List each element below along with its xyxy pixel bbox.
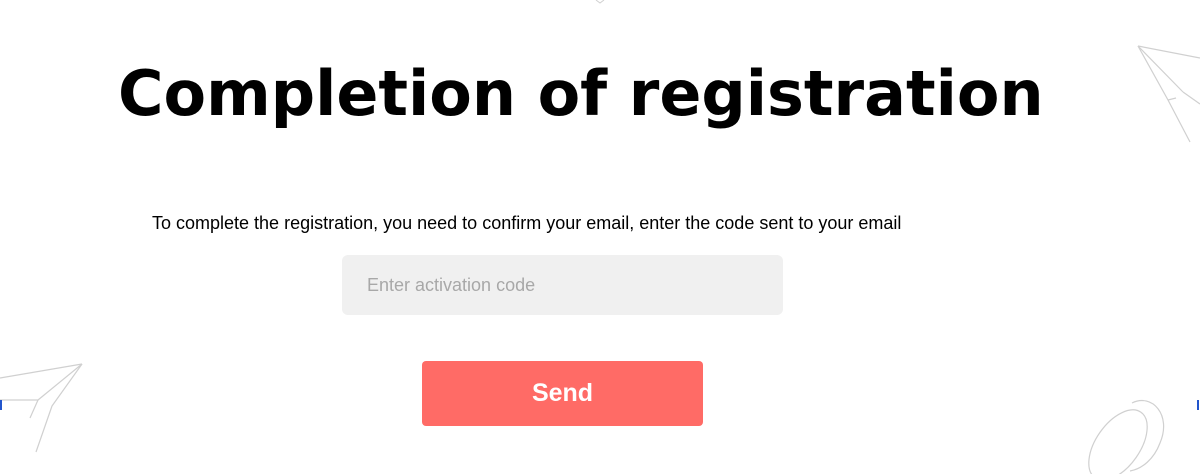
coin-icon [1088,400,1165,474]
page-title: Completion of registration [118,57,1044,130]
edge-marker [0,400,2,410]
activation-code-input[interactable] [342,255,783,315]
registration-completion-page: Completion of registration To complete t… [0,0,1200,474]
paper-plane-icon [0,363,83,453]
instruction-text: To complete the registration, you need t… [152,213,902,233]
paper-plane-icon [1137,45,1200,143]
edge-marker [1197,400,1199,410]
decoration-mark [595,0,605,4]
send-button[interactable]: Send [422,361,703,426]
